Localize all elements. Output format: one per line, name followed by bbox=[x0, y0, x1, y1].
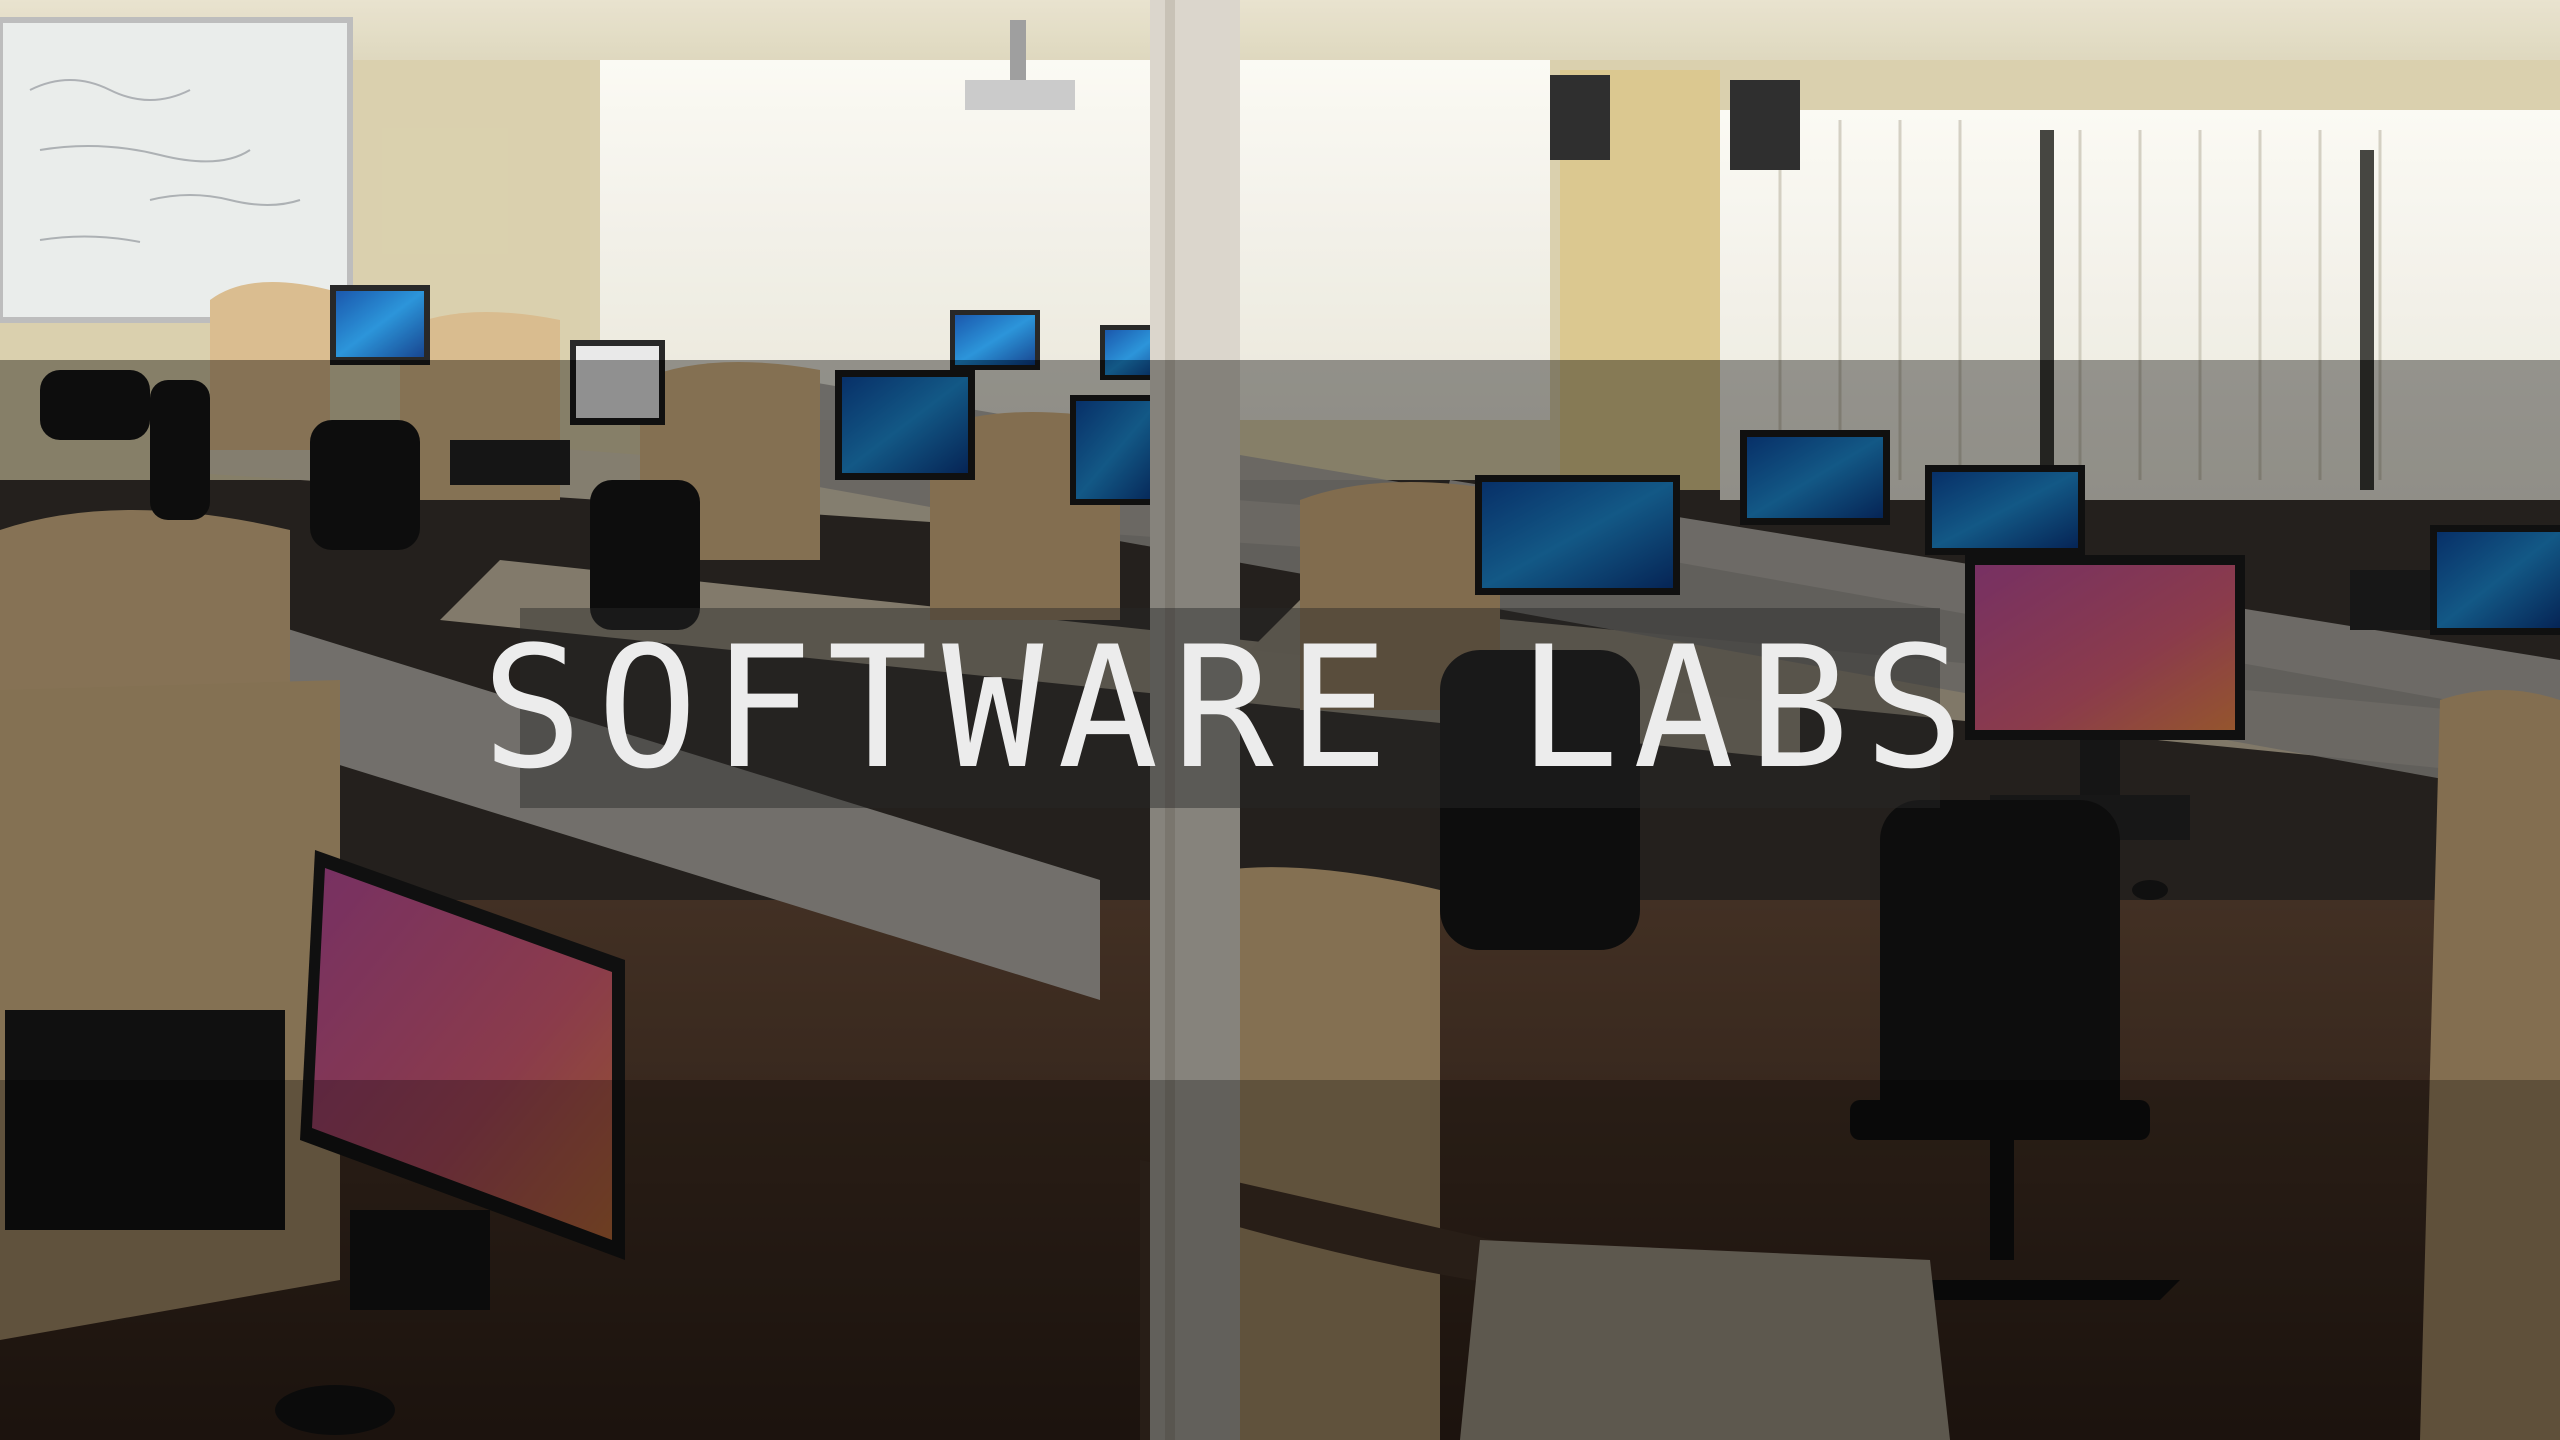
speaker-icon bbox=[1550, 75, 1610, 160]
computer-monitor-icon bbox=[570, 340, 665, 425]
banner-title: SOFTWARE LABS bbox=[481, 610, 1979, 806]
computer-monitor-icon bbox=[835, 370, 975, 480]
computer-monitor-icon bbox=[330, 285, 430, 365]
mouse bbox=[2132, 880, 2168, 900]
desktop-tower bbox=[450, 440, 570, 485]
computer-monitor-icon bbox=[1740, 430, 1890, 525]
computer-monitor-icon bbox=[950, 310, 1040, 370]
projector-icon bbox=[965, 80, 1075, 110]
cubicle-panel bbox=[2420, 690, 2560, 1440]
mouse bbox=[275, 1385, 395, 1435]
computer-monitor-icon bbox=[1925, 465, 2085, 555]
desktop-tower bbox=[2350, 570, 2430, 630]
whiteboard bbox=[0, 17, 353, 323]
speaker-icon bbox=[1730, 80, 1800, 170]
office-chair-icon bbox=[310, 420, 420, 550]
computer-monitor-icon bbox=[1475, 475, 1680, 595]
computer-monitor-icon bbox=[2430, 525, 2560, 635]
desktop-tower bbox=[5, 1010, 285, 1230]
cubicle-panel bbox=[210, 282, 330, 450]
computer-monitor-icon bbox=[1965, 555, 2245, 840]
title-banner: SOFTWARE LABS bbox=[481, 608, 1979, 808]
